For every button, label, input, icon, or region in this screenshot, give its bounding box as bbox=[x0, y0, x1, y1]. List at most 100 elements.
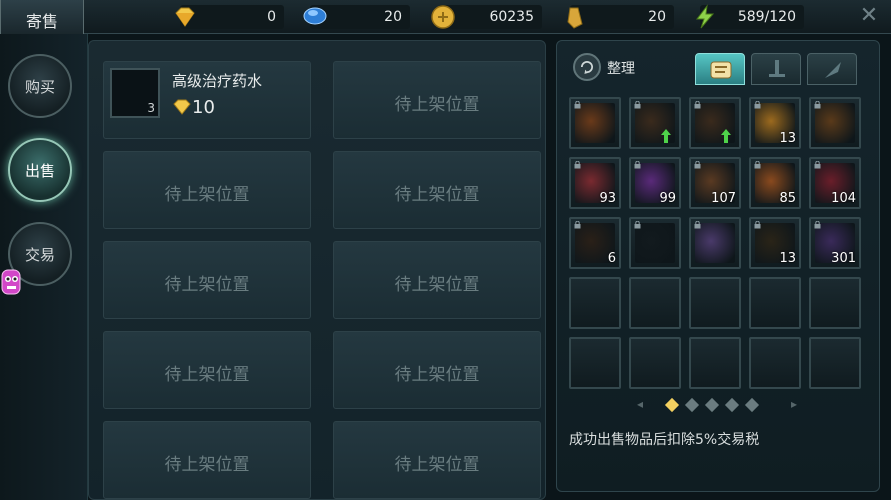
item-count: 301 bbox=[831, 251, 856, 266]
page-indicator: ◂ ▸ bbox=[637, 397, 797, 413]
next-arrow-icon[interactable]: ▸ bbox=[791, 397, 797, 411]
empty-slot-label: 待上架位置 bbox=[164, 455, 250, 475]
diamond-count: 0 bbox=[267, 9, 276, 25]
inventory-slot[interactable] bbox=[689, 97, 741, 149]
inventory-panel: 整理 13 93 99 107 85 104 6 13 301 ◂ ▸ 成功出售物品后扣除5%交… bbox=[556, 40, 880, 492]
energy-count: 589/120 bbox=[737, 9, 796, 25]
item-count: 85 bbox=[779, 191, 796, 206]
item-name: 高级治疗药水 bbox=[172, 72, 263, 90]
inventory-slot[interactable]: 99 bbox=[629, 157, 681, 209]
listing-slot-empty[interactable]: 待上架位置 bbox=[333, 61, 541, 139]
sort-icon[interactable] bbox=[573, 53, 601, 81]
item-icon bbox=[575, 103, 615, 143]
lock-icon bbox=[814, 161, 821, 169]
resource-blue-gem: 20 bbox=[303, 5, 410, 29]
tab-equipment[interactable] bbox=[751, 53, 801, 85]
lock-icon bbox=[814, 221, 821, 229]
inventory-slot[interactable]: 6 bbox=[569, 217, 621, 269]
tab-scroll[interactable] bbox=[695, 53, 745, 85]
empty-slot-label: 待上架位置 bbox=[394, 455, 480, 475]
listing-slot-empty[interactable]: 待上架位置 bbox=[103, 151, 311, 229]
mascot-icon[interactable] bbox=[0, 266, 22, 300]
listing-slot-empty[interactable]: 待上架位置 bbox=[103, 331, 311, 409]
inventory-slot[interactable]: 13 bbox=[749, 97, 801, 149]
lock-icon bbox=[574, 101, 581, 109]
gold-coin-icon bbox=[431, 5, 455, 29]
inventory-slot[interactable] bbox=[689, 217, 741, 269]
item-icon bbox=[815, 103, 855, 143]
inventory-slot[interactable]: 85 bbox=[749, 157, 801, 209]
inventory-slot[interactable] bbox=[749, 277, 801, 329]
inventory-slot[interactable] bbox=[689, 277, 741, 329]
page-dot[interactable] bbox=[684, 397, 700, 413]
listing-slot-empty[interactable]: 待上架位置 bbox=[103, 241, 311, 319]
page-dot[interactable] bbox=[664, 397, 680, 413]
lock-icon bbox=[574, 161, 581, 169]
sort-label[interactable]: 整理 bbox=[607, 58, 635, 78]
feather-tab-icon bbox=[825, 62, 841, 78]
gold-count: 60235 bbox=[489, 9, 534, 25]
close-icon[interactable]: ✕ bbox=[857, 4, 881, 28]
inventory-slot[interactable]: 301 bbox=[809, 217, 861, 269]
nav-sell-button[interactable]: 出售 bbox=[8, 138, 72, 202]
listing-slot-empty[interactable]: 待上架位置 bbox=[333, 151, 541, 229]
inventory-slot[interactable]: 13 bbox=[749, 217, 801, 269]
item-quantity: 3 bbox=[147, 101, 155, 115]
lock-icon bbox=[574, 221, 581, 229]
empty-slot-label: 待上架位置 bbox=[394, 365, 480, 385]
resource-diamond: 0 bbox=[175, 5, 284, 29]
energy-icon bbox=[695, 4, 715, 29]
inventory-slot[interactable] bbox=[629, 217, 681, 269]
item-count: 104 bbox=[831, 191, 856, 206]
upgrade-arrow-icon bbox=[661, 129, 671, 143]
empty-slot-label: 待上架位置 bbox=[164, 365, 250, 385]
nav-buy-button[interactable]: 购买 bbox=[8, 54, 72, 118]
diamond-icon bbox=[175, 7, 195, 27]
listing-panel: 3 高级治疗药水 10 待上架位置 待上架位置 待上架位置 待上架位置 待上架位… bbox=[88, 40, 546, 500]
lock-icon bbox=[634, 161, 641, 169]
inventory-slot[interactable] bbox=[809, 97, 861, 149]
lock-icon bbox=[634, 221, 641, 229]
empty-slot-label: 待上架位置 bbox=[164, 275, 250, 295]
inventory-slot[interactable] bbox=[809, 277, 861, 329]
listing-slot-empty[interactable]: 待上架位置 bbox=[333, 241, 541, 319]
lock-icon bbox=[694, 101, 701, 109]
inventory-slot[interactable] bbox=[749, 337, 801, 389]
item-count: 6 bbox=[607, 251, 616, 266]
gold-crystal-count: 20 bbox=[648, 9, 666, 25]
inventory-slot[interactable]: 93 bbox=[569, 157, 621, 209]
inventory-slot[interactable] bbox=[629, 337, 681, 389]
inventory-slot[interactable] bbox=[569, 277, 621, 329]
prev-arrow-icon[interactable]: ◂ bbox=[637, 397, 643, 411]
listing-slot-empty[interactable]: 待上架位置 bbox=[333, 421, 541, 499]
upgrade-arrow-icon bbox=[721, 129, 731, 143]
top-bar: 寄售 0 20 60235 20 589/120 ✕ bbox=[0, 0, 891, 40]
side-nav: 购买 出售 交易 bbox=[0, 34, 88, 500]
listing-slot-filled[interactable]: 3 高级治疗药水 10 bbox=[103, 61, 311, 139]
inventory-slot[interactable] bbox=[569, 337, 621, 389]
scroll-tab-icon bbox=[710, 61, 732, 79]
lock-icon bbox=[754, 101, 761, 109]
page-dot[interactable] bbox=[704, 397, 720, 413]
tax-note: 成功出售物品后扣除5%交易税 bbox=[569, 432, 760, 448]
item-price: 10 bbox=[192, 97, 215, 118]
inventory-slot[interactable] bbox=[689, 337, 741, 389]
listing-slot-empty[interactable]: 待上架位置 bbox=[333, 331, 541, 409]
inventory-slot[interactable] bbox=[569, 97, 621, 149]
inventory-slot[interactable]: 104 bbox=[809, 157, 861, 209]
item-thumbnail: 3 bbox=[110, 68, 160, 118]
page-dot[interactable] bbox=[724, 397, 740, 413]
lock-icon bbox=[754, 161, 761, 169]
inventory-slot[interactable]: 107 bbox=[689, 157, 741, 209]
resource-gold: 60235 bbox=[431, 5, 542, 29]
listing-slot-empty[interactable]: 待上架位置 bbox=[103, 421, 311, 499]
tab-misc[interactable] bbox=[807, 53, 857, 85]
inventory-slot[interactable] bbox=[629, 97, 681, 149]
inventory-slot[interactable] bbox=[809, 337, 861, 389]
item-count: 107 bbox=[711, 191, 736, 206]
page-dot[interactable] bbox=[744, 397, 760, 413]
empty-slot-label: 待上架位置 bbox=[164, 185, 250, 205]
resource-energy: 589/120 bbox=[695, 4, 804, 29]
sword-tab-icon bbox=[769, 60, 785, 77]
inventory-slot[interactable] bbox=[629, 277, 681, 329]
